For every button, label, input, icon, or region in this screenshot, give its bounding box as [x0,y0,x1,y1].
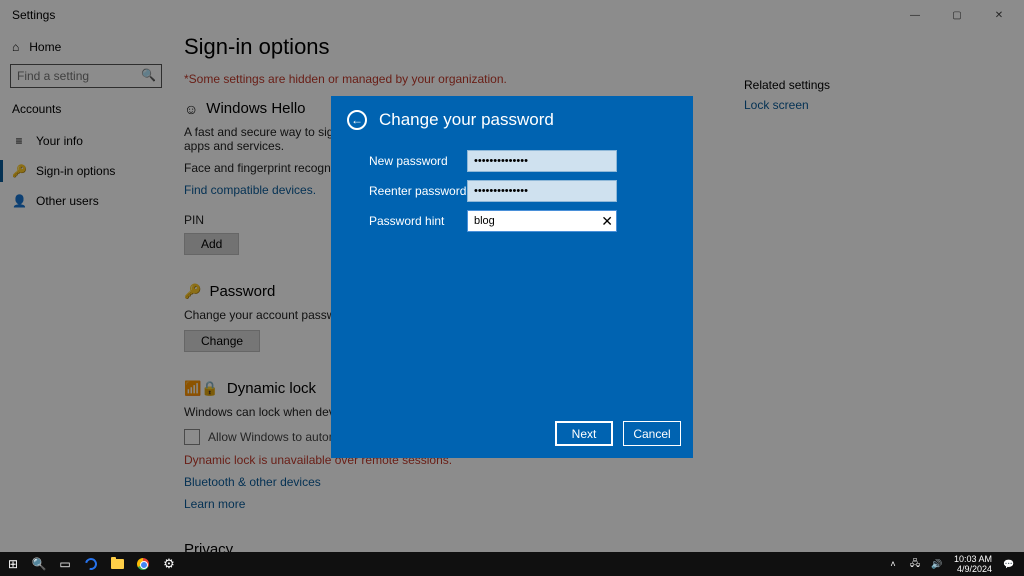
back-button[interactable]: ← [347,110,367,130]
tray-date: 4/9/2024 [954,564,992,574]
edge-icon [84,557,98,571]
network-icon: 🖧 [910,556,920,572]
tray-time: 10:03 AM [954,554,992,564]
speaker-icon: 🔊 [931,559,942,570]
notification-icon: 💬 [1003,559,1014,570]
taskbar-app-edge[interactable] [78,552,104,576]
start-button[interactable]: ⊞ [0,552,26,576]
task-view-button[interactable]: ▭ [52,552,78,576]
next-button[interactable]: Next [555,421,613,446]
clear-hint-button[interactable]: ✕ [601,213,613,230]
task-view-icon: ▭ [59,557,70,571]
reenter-password-field[interactable] [467,180,617,202]
arrow-left-icon: ← [351,113,363,127]
password-hint-label: Password hint [369,214,467,228]
task-search-button[interactable]: 🔍 [26,552,52,576]
chevron-up-icon: ˄ [890,559,895,569]
new-password-label: New password [369,154,467,168]
dialog-title: Change your password [379,110,554,130]
tray-clock[interactable]: 10:03 AM 4/9/2024 [950,554,996,574]
tray-volume[interactable]: 🔊 [928,559,946,570]
tray-overflow[interactable]: ˄ [884,559,902,569]
folder-icon [110,557,124,571]
change-password-dialog: ← Change your password New password Reen… [331,96,693,458]
tray-action-center[interactable]: 💬 [1000,559,1018,570]
tray-network[interactable]: 🖧 [906,556,924,572]
taskbar-app-settings[interactable]: ⚙ [156,552,182,576]
taskbar-app-explorer[interactable] [104,552,130,576]
cancel-button[interactable]: Cancel [623,421,681,446]
search-icon: 🔍 [32,557,47,571]
password-hint-field[interactable] [467,210,617,232]
chrome-icon [136,557,150,571]
reenter-password-label: Reenter password [369,184,467,198]
new-password-field[interactable] [467,150,617,172]
taskbar: ⊞ 🔍 ▭ ⚙ ˄ 🖧 🔊 10:03 AM 4/9/2024 💬 [0,552,1024,576]
taskbar-app-chrome[interactable] [130,552,156,576]
gear-icon: ⚙ [163,556,175,572]
windows-icon: ⊞ [8,557,18,571]
